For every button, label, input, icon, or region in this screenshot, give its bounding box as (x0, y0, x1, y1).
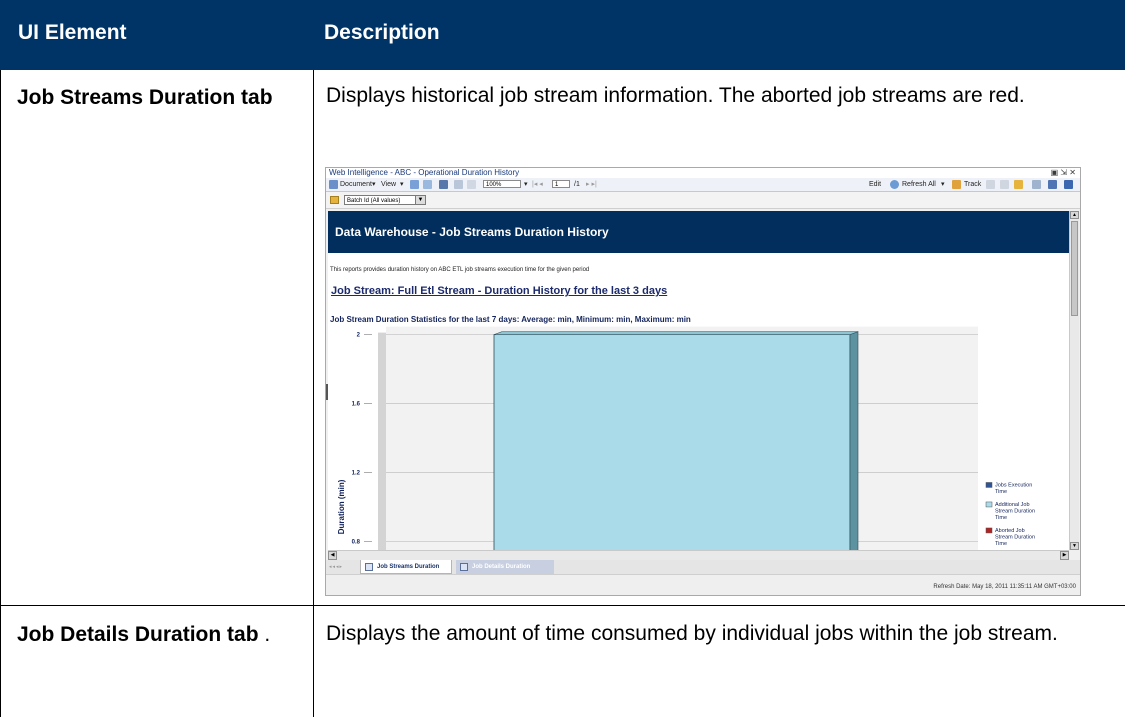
vertical-scrollbar[interactable]: ▲ ▼ (1069, 211, 1079, 550)
drill-icon[interactable] (986, 180, 995, 189)
zoom-input[interactable]: 100% (483, 180, 521, 188)
filter-bar-icon[interactable] (1000, 180, 1009, 189)
scroll-down-icon[interactable]: ▼ (1070, 542, 1079, 550)
plot-wall (378, 332, 386, 550)
batch-id-filter-value: Batch Id (All values) (347, 198, 401, 204)
vertical-scroll-thumb[interactable] (1071, 221, 1078, 316)
table-header: UI Element Description (0, 0, 1125, 70)
status-bar: Refresh Date: May 18, 2011 11:35:11 AM G… (326, 574, 1080, 595)
bar-side (849, 331, 859, 550)
tab-job-details-duration-label: Job Details Duration (472, 564, 531, 570)
left-panel-icon[interactable] (1048, 180, 1057, 189)
report-panel-icon[interactable] (1064, 180, 1073, 189)
tab-navigation-icon[interactable]: ◂◂◂▸ (329, 563, 343, 571)
bar-top (493, 331, 859, 335)
undo-icon[interactable] (454, 180, 463, 189)
legend-label: Aborted Job Stream Duration Time (995, 528, 1035, 547)
refresh-dropdown-icon[interactable]: ▾ (941, 178, 945, 191)
report-tab-bar: ◂◂◂▸ Job Streams Duration Job Details Du… (326, 560, 1080, 574)
page-next-last-icon[interactable]: ▸ ▸| (586, 178, 597, 191)
report-note: This reports provides duration history o… (330, 267, 590, 273)
y-axis-label: Duration (min) (337, 479, 346, 534)
save-icon[interactable] (410, 180, 419, 189)
report-tab-icon (460, 563, 468, 571)
y-tick-label: 1.2 (352, 470, 361, 476)
row-desc-job-details: Displays the amount of time consumed by … (326, 622, 1058, 645)
report-subtitle: Job Stream: Full Etl Stream - Duration H… (331, 285, 668, 297)
tab-job-details-duration[interactable]: Job Details Duration (456, 560, 554, 574)
y-tick-label: 0.8 (352, 539, 361, 545)
window-titlebar: Web Intelligence - ABC - Operational Dur… (326, 168, 1080, 178)
row-title-job-details-text: Job Details Duration tab (17, 623, 259, 646)
scroll-right-icon[interactable]: ▶ (1060, 551, 1069, 560)
row-title-job-details: Job Details Duration tab . (17, 620, 302, 650)
y-tick-label: 1.6 (352, 402, 361, 408)
window-controls[interactable]: ▣ ⇲ ✕ (1051, 168, 1076, 178)
row-title-job-streams: Job Streams Duration tab (17, 86, 273, 109)
edit-button[interactable]: Edit (869, 178, 881, 191)
view-structure-icon[interactable] (1032, 180, 1041, 189)
header-ui-element: UI Element (18, 21, 127, 44)
menu-dropdown-icon[interactable]: ▾ (372, 178, 376, 191)
chevron-down-icon[interactable]: ▼ (415, 196, 425, 204)
print-icon[interactable] (423, 180, 432, 189)
view-menu[interactable]: View (381, 178, 396, 191)
web-intelligence-screenshot: Web Intelligence - ABC - Operational Dur… (325, 167, 1081, 596)
table-column-divider (313, 70, 314, 717)
find-icon[interactable] (439, 180, 448, 189)
row-desc-job-streams: Displays historical job stream informati… (326, 84, 1025, 107)
legend-swatch (985, 527, 993, 534)
legend-swatch (985, 501, 993, 508)
scroll-left-icon[interactable]: ◀ (328, 551, 337, 560)
table-border-left (0, 70, 1, 717)
tab-job-streams-duration[interactable]: Job Streams Duration (360, 560, 452, 574)
legend-swatch (985, 482, 993, 488)
menu-dropdown-icon[interactable]: ▾ (400, 178, 404, 191)
batch-id-filter[interactable]: Batch Id (All values) ▼ (344, 195, 426, 205)
report-statistics: Job Stream Duration Statistics for the l… (330, 315, 691, 324)
document-menu[interactable]: Document (340, 178, 372, 191)
duration-chart: 2 1.6 1.2 0.8 Duration (min) Jobs Execution Ti… (337, 326, 1035, 550)
refresh-icon[interactable] (890, 180, 899, 189)
header-description: Description (324, 21, 440, 44)
window-title: Web Intelligence - ABC - Operational Dur… (329, 168, 520, 177)
report-tab-icon (365, 563, 373, 571)
zoom-dropdown-icon[interactable]: ▾ (524, 178, 528, 191)
filter-bar: Batch Id (All values) ▼ (326, 192, 1080, 209)
legend-label: Additional Job Stream Duration Time (995, 502, 1035, 521)
page-first-prev-icon[interactable]: |◂ ◂ (532, 178, 543, 191)
y-tick-label: 2 (357, 333, 361, 339)
refresh-date: Refresh Date: May 18, 2011 11:35:11 AM G… (933, 584, 1076, 590)
page-input[interactable]: 1 (552, 180, 570, 188)
input-control-icon (330, 196, 339, 204)
report-canvas: Data Warehouse - Job Streams Duration Hi… (328, 211, 1069, 550)
scroll-up-icon[interactable]: ▲ (1070, 211, 1079, 219)
horizontal-scrollbar[interactable]: ◀ ▶ (328, 550, 1069, 560)
track-button[interactable]: Track (964, 178, 981, 191)
refresh-all-button[interactable]: Refresh All (902, 178, 936, 191)
document-icon[interactable] (329, 180, 338, 189)
redo-icon[interactable] (467, 180, 476, 189)
report-banner-title: Data Warehouse - Job Streams Duration Hi… (335, 225, 609, 239)
toolbar: Document ▾ View ▾ 100% ▾ |◂ ◂ 1 /1 ▸ ▸| … (326, 178, 1080, 192)
tab-job-streams-duration-label: Job Streams Duration (377, 564, 440, 570)
legend-label: Jobs Execution Time (995, 482, 1032, 495)
table-row-divider (0, 605, 1125, 606)
track-icon[interactable] (952, 180, 961, 189)
report-banner: Data Warehouse - Job Streams Duration Hi… (328, 211, 1069, 253)
page-total: /1 (574, 181, 580, 188)
row-title-job-details-suffix: . (264, 623, 271, 646)
outline-icon[interactable] (1014, 180, 1023, 189)
bar-additional-job-stream-duration-time (493, 334, 851, 550)
